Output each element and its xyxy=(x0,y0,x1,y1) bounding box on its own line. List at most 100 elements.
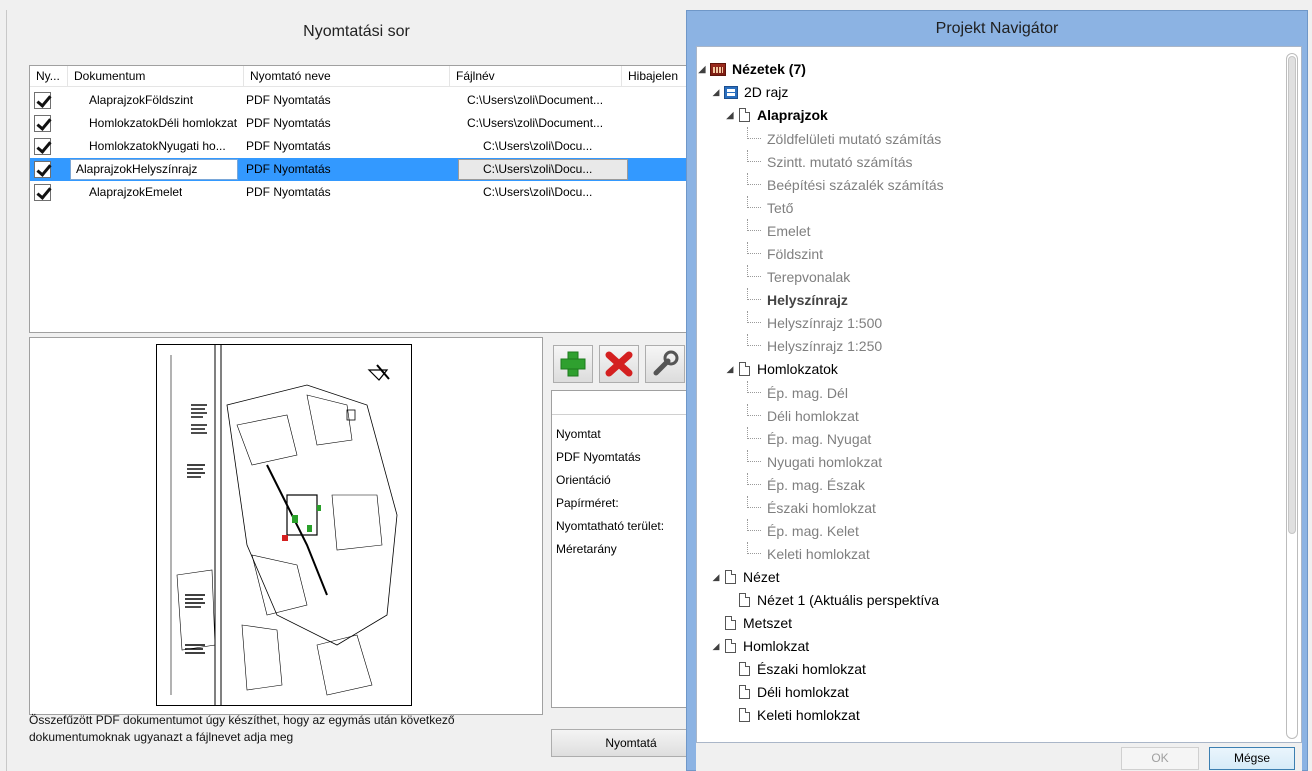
print-checkbox[interactable] xyxy=(34,115,51,132)
tree-leaf[interactable]: Tető xyxy=(747,196,793,219)
pdf-merge-hint: Összefűzött PDF dokumentumot úgy készíth… xyxy=(29,713,455,744)
tree-label: Déli homlokzat xyxy=(767,408,859,424)
printer-cell: PDF Nyomtatás xyxy=(246,139,331,153)
prop-scale: Méretarány xyxy=(556,542,617,556)
add-icon xyxy=(560,351,586,377)
expand-arrow-icon[interactable]: ◢ xyxy=(725,104,735,127)
tree-leaf[interactable]: Keleti homlokzat xyxy=(747,542,870,565)
print-checkbox[interactable] xyxy=(34,92,51,109)
filename-cell: C:\Users\zoli\Document... xyxy=(467,93,604,107)
table-row[interactable]: AlaprajzokEmelet PDF Nyomtatás C:\Users\… xyxy=(30,181,708,204)
tree-line-icon xyxy=(747,496,761,508)
delete-button[interactable] xyxy=(599,345,639,383)
tree-line-icon xyxy=(747,404,761,416)
tree-label: Emelet xyxy=(767,223,811,239)
print-preview xyxy=(29,337,543,715)
document-cell: AlaprajzokEmelet xyxy=(89,185,183,199)
print-checkbox[interactable] xyxy=(34,184,51,201)
tree-scrollbar[interactable] xyxy=(1286,53,1298,739)
table-row-selected[interactable]: AlaprajzokHelyszínrajz PDF Nyomtatás C:\… xyxy=(30,158,708,181)
document-icon xyxy=(739,593,750,607)
tree-line-icon xyxy=(747,381,761,393)
tree-leaf[interactable]: Beépítési százalék számítás xyxy=(747,173,944,196)
window-title: Nyomtatási sor xyxy=(303,23,410,40)
tree-line-icon xyxy=(747,127,761,139)
tree-leaf[interactable]: Keleti homlokzat xyxy=(739,704,860,727)
tree-leaf[interactable]: Nézet 1 (Aktuális perspektíva xyxy=(739,589,939,612)
tree-leaf[interactable]: Helyszínrajz 1:250 xyxy=(747,334,882,357)
print-checkbox[interactable] xyxy=(34,161,51,178)
tree-label: Déli homlokzat xyxy=(757,684,849,700)
document-icon xyxy=(739,708,750,722)
views-folder-icon xyxy=(710,63,726,76)
preview-page xyxy=(156,344,412,706)
tree-label: Homlokzatok xyxy=(757,361,838,377)
print-checkbox[interactable] xyxy=(34,138,51,155)
tree-line-icon xyxy=(747,196,761,208)
tree-leaf-current[interactable]: Helyszínrajz xyxy=(747,288,848,311)
tree-line-icon xyxy=(747,427,761,439)
tree-leaf[interactable]: Déli homlokzat xyxy=(739,681,849,704)
tree-leaf[interactable]: Déli homlokzat xyxy=(747,404,859,427)
layer-icon xyxy=(724,86,738,99)
filename-cell: C:\Users\zoli\Docu... xyxy=(483,139,593,153)
tree-leaf[interactable]: Ép. mag. Nyugat xyxy=(747,427,871,450)
expand-arrow-icon[interactable]: ◢ xyxy=(711,635,721,658)
column-header-document[interactable]: Dokumentum xyxy=(68,66,244,87)
tree-line-icon xyxy=(747,288,761,300)
tree-label: Helyszínrajz 1:500 xyxy=(767,315,883,331)
column-header-printer[interactable]: Nyomtató neve xyxy=(244,66,450,87)
column-header-filename[interactable]: Fájlnév xyxy=(450,66,622,87)
table-row[interactable]: AlaprajzokFöldszint PDF Nyomtatás C:\Use… xyxy=(30,89,708,112)
add-button[interactable] xyxy=(553,345,593,383)
scrollbar-thumb[interactable] xyxy=(1288,56,1296,534)
table-row[interactable]: HomlokzatokNyugati ho... PDF Nyomtatás C… xyxy=(30,135,708,158)
tree-label: Ép. mag. Dél xyxy=(767,385,848,401)
tree-label: Tető xyxy=(767,200,794,216)
tree-leaf[interactable]: Helyszínrajz 1:500 xyxy=(747,311,882,334)
tree-label: Ép. mag. Nyugat xyxy=(767,431,872,447)
tree-leaf[interactable]: Zöldfelületi mutató számítás xyxy=(747,127,941,150)
tree-leaf[interactable]: Terepvonalak xyxy=(747,265,850,288)
cancel-button[interactable]: Mégse xyxy=(1209,747,1295,770)
tree-label: Ép. mag. Észak xyxy=(767,477,866,493)
navigator-title: Projekt Navigátor xyxy=(935,20,1059,37)
tree-leaf[interactable]: Ép. mag. Kelet xyxy=(747,519,859,542)
tree-leaf[interactable]: Nyugati homlokzat xyxy=(747,450,882,473)
tree-label: Terepvonalak xyxy=(767,269,851,285)
document-cell: AlaprajzokFöldszint xyxy=(89,93,194,107)
expand-arrow-icon[interactable]: ◢ xyxy=(711,566,721,589)
print-queue-table[interactable]: Ny... Dokumentum Nyomtató neve Fájlnév H… xyxy=(29,65,709,333)
navigator-footer: OK Mégse xyxy=(696,743,1302,771)
expand-arrow-icon[interactable]: ◢ xyxy=(725,358,735,381)
tree-leaf[interactable]: Északi homlokzat xyxy=(747,496,876,519)
expand-arrow-icon[interactable]: ◢ xyxy=(697,58,707,81)
wrench-icon xyxy=(653,350,679,376)
tree-leaf[interactable]: Emelet xyxy=(747,219,811,242)
settings-button[interactable] xyxy=(645,345,685,383)
tree-label: Helyszínrajz xyxy=(767,292,848,308)
filename-cell: C:\Users\zoli\Docu... xyxy=(483,162,593,176)
document-icon xyxy=(725,570,736,584)
tree-label: Keleti homlokzat xyxy=(757,707,860,723)
tree-leaf[interactable]: Ép. mag. Dél xyxy=(747,381,848,404)
tree-label: Homlokzat xyxy=(743,638,810,654)
tree-label: Nyugati homlokzat xyxy=(767,454,883,470)
navigator-tree[interactable]: ◢ Nézetek (7) ◢ 2D rajz ◢ Alaprajzok Zöl… xyxy=(696,46,1302,743)
tree-node-metszet[interactable]: Metszet xyxy=(725,612,792,635)
tree-label: Beépítési százalék számítás xyxy=(767,177,944,193)
tree-label: Szintt. mutató számítás xyxy=(767,154,913,170)
table-row[interactable]: HomlokzatokDéli homlokzat PDF Nyomtatás … xyxy=(30,112,708,135)
tree-leaf[interactable]: Északi homlokzat xyxy=(739,658,866,681)
column-header-print[interactable]: Ny... xyxy=(30,66,68,87)
tree-leaf[interactable]: Szintt. mutató számítás xyxy=(747,150,913,173)
ok-button[interactable]: OK xyxy=(1121,747,1199,770)
prop-orientation: Orientáció xyxy=(556,473,611,487)
tree-line-icon xyxy=(747,542,761,554)
tree-leaf[interactable]: Ép. mag. Észak xyxy=(747,473,865,496)
tree-label: Alaprajzok xyxy=(757,107,828,123)
expand-arrow-icon[interactable]: ◢ xyxy=(711,81,721,104)
tree-leaf[interactable]: Földszint xyxy=(747,242,823,265)
tree-line-icon xyxy=(747,173,761,185)
delete-icon xyxy=(605,351,633,377)
